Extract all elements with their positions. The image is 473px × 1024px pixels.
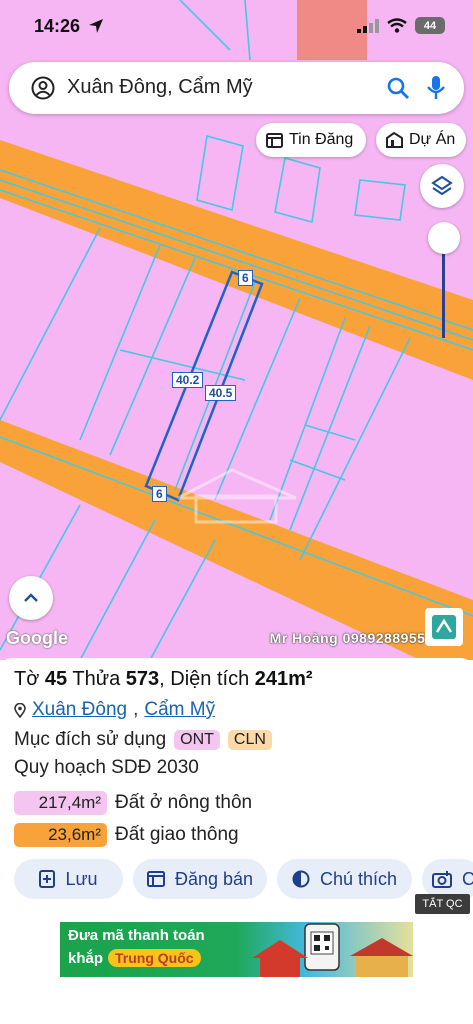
status-bar: 14:26 44 [0,0,473,52]
post-listing-icon [146,871,165,887]
app-logo-icon [432,615,456,639]
ad-headline: Đưa mã thanh toán [68,927,205,944]
selected-parcel-outline[interactable] [144,270,264,502]
save-button[interactable]: Lưu [14,859,123,899]
post-sale-button[interactable]: Đăng bán [133,859,267,899]
sheet-number: 45 [44,668,68,690]
status-indicators: 44 [357,17,445,34]
close-ad-button[interactable]: TẮT QC [415,894,470,914]
building-icon [386,132,403,148]
chip-du-an[interactable]: Dự Án [376,123,466,157]
zone-area-residential: 217,4m² [14,791,107,815]
search-bar[interactable]: Xuân Đông, Cẩm Mỹ [9,62,464,114]
signal-icon [357,18,379,33]
district-link[interactable]: Cẩm Mỹ [144,699,215,721]
location-pin-icon [14,702,26,718]
area-value: 241m² [254,668,313,690]
plot-label: Thửa [72,668,121,690]
plan-title: Quy hoạch SDĐ 2030 [14,757,199,778]
search-input[interactable]: Xuân Đông, Cẩm Mỹ [67,76,253,99]
location-separator: , [133,699,139,720]
location-arrow-icon [89,19,103,33]
zone-area-road: 23,6m² [14,823,107,847]
parcel-info-panel: Tờ 45 Thửa 573, Diện tích 241m² Xuân Đôn… [0,658,473,1024]
google-attribution: Google [6,628,68,648]
dimension-label-top: 6 [238,270,253,286]
parcel-title: Tờ 45 Thửa 573, Diện tích 241m² [14,668,313,690]
search-icon[interactable] [386,76,410,100]
location-line: Xuân Đông , Cẩm Mỹ [14,699,215,721]
app-corner-logo[interactable] [425,608,463,646]
ad-country-pill: Trung Quốc [108,949,201,967]
camera-icon [432,871,452,888]
zone-name-road: Đất giao thông [115,824,239,845]
chip-du-an-label: Dự Án [409,131,456,148]
legend-button-label: Chú thích [319,868,398,889]
zone-row-residential: 217,4m² Đất ở nông thôn [14,790,252,816]
account-icon[interactable] [31,76,55,100]
sheet-label: Tờ [14,668,40,690]
save-icon [39,870,56,888]
contrast-icon [292,870,310,888]
purpose-label: Mục đích sử dụng [14,729,167,750]
area-label: Diện tích [170,668,250,690]
status-time: 14:26 [34,16,81,36]
zone-name-residential: Đất ở nông thôn [115,792,253,813]
purpose-tag-ont: ONT [174,730,220,750]
chevron-up-icon [24,593,38,602]
dimension-label-right: 40.5 [205,385,237,401]
expand-panel-button[interactable] [9,576,53,620]
road-lower [0,420,473,660]
ad-temple-illustration [252,923,413,977]
legend-button[interactable]: Chú thích [277,859,412,899]
microphone-icon[interactable] [426,75,446,101]
ad-banner[interactable]: Đưa mã thanh toán khắp Trung Quốc [60,922,413,977]
battery-icon: 44 [415,17,445,34]
map-view[interactable]: 6 40.2 40.5 6 14:26 44 Xuân Đông, Cẩm Mỹ… [0,0,473,660]
wifi-icon [387,18,407,33]
chip-tin-dang-label: Tin Đăng [289,131,354,148]
listing-icon [266,132,283,148]
opacity-slider-track[interactable] [442,240,445,338]
dimension-label-bottom: 6 [152,486,167,502]
purpose-tag-cln: CLN [227,730,272,750]
ad-subline-text: khắp [68,949,104,967]
more-action-button[interactable]: C [422,859,473,899]
ad-subline: khắp Trung Quốc [68,949,201,967]
post-sale-button-label: Đăng bán [174,868,254,889]
layers-icon [431,175,453,196]
zone-row-road: 23,6m² Đất giao thông [14,822,239,848]
dimension-label-left: 40.2 [172,372,204,388]
opacity-slider-knob[interactable] [428,222,460,254]
layers-button[interactable] [420,164,464,208]
more-action-label: C [462,868,473,889]
plot-number: 573 [125,668,160,690]
save-button-label: Lưu [65,868,98,889]
land-use-purpose: Mục đích sử dụng ONT CLN [14,729,272,751]
commune-link[interactable]: Xuân Đông [32,699,127,721]
chip-tin-dang[interactable]: Tin Đăng [256,123,366,157]
